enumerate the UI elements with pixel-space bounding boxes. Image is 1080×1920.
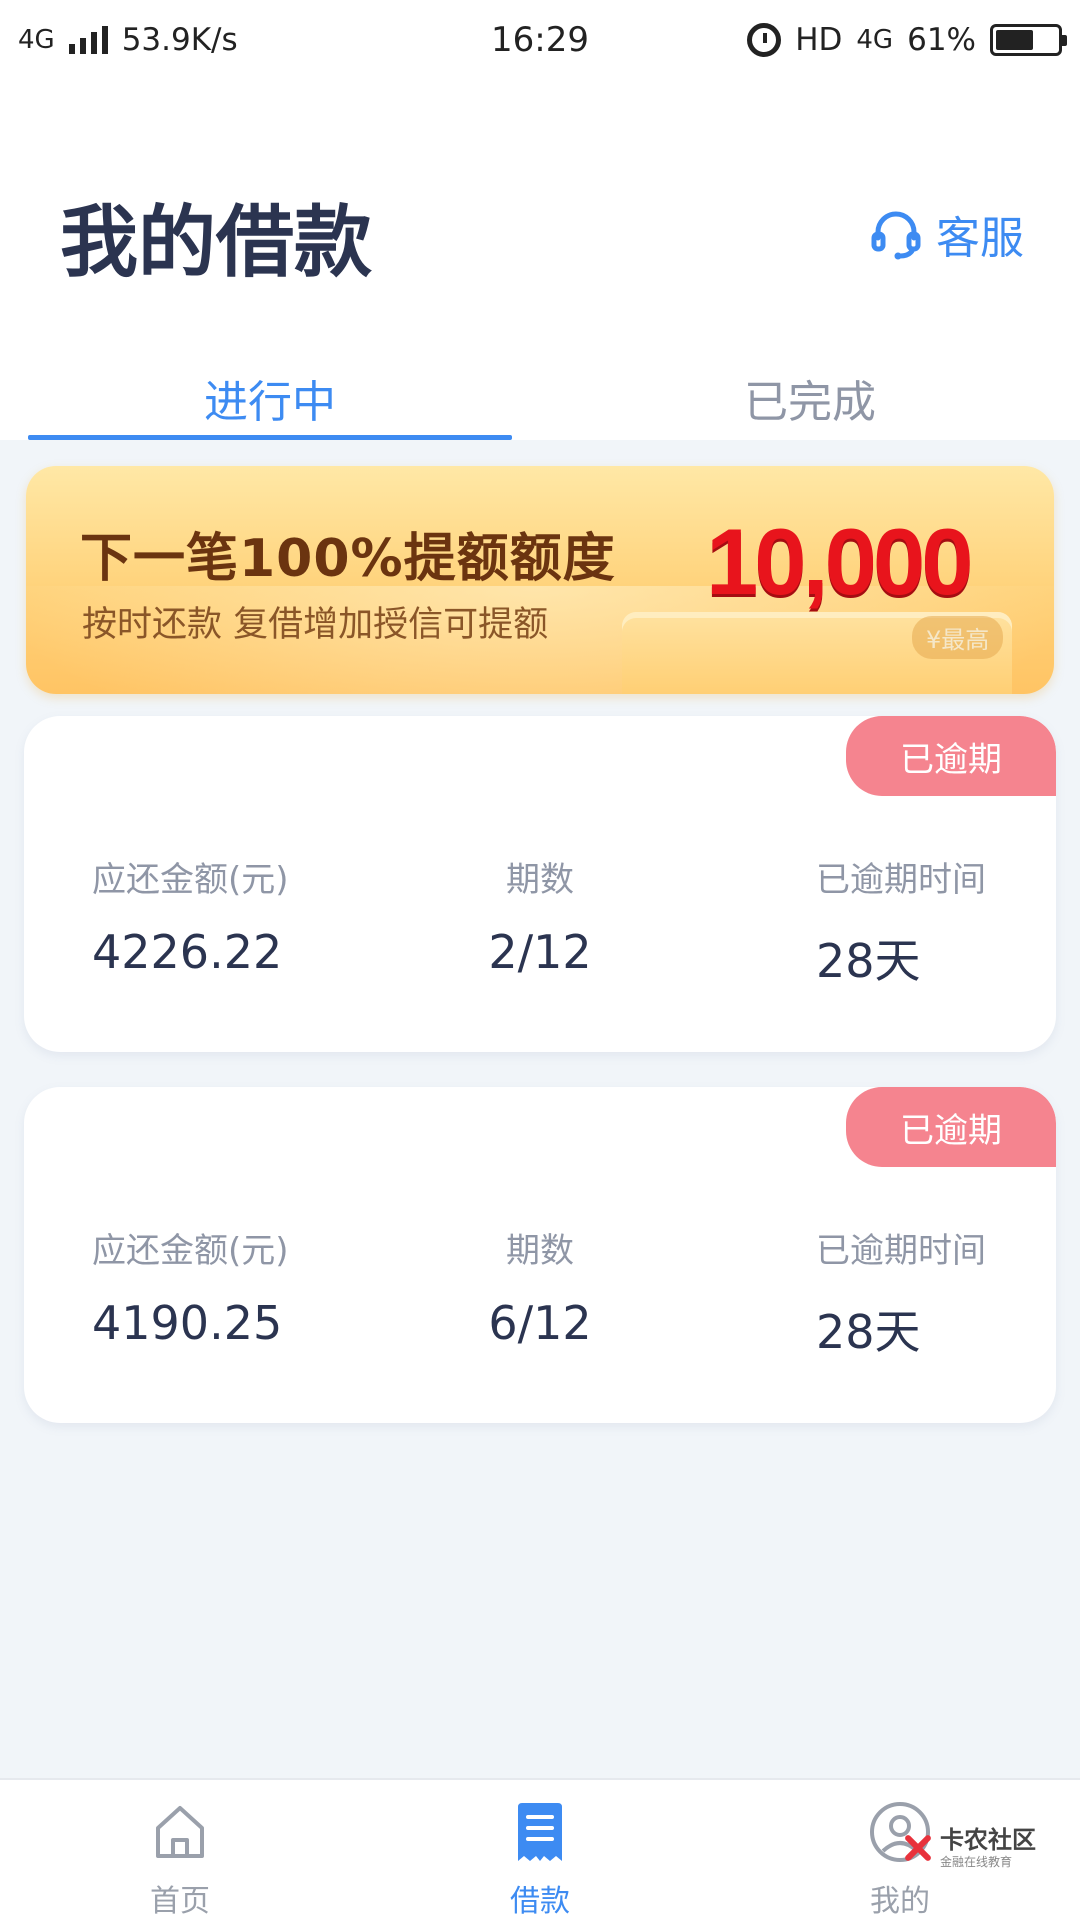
banner-subtitle: 按时还款 复借增加授信可提额	[82, 605, 549, 645]
overdue-column: 已逾期时间 28天	[816, 1223, 986, 1362]
battery-icon	[990, 24, 1067, 56]
banner-max-label: ¥最高	[912, 616, 1004, 659]
nav-mine-label: 我的	[870, 1884, 930, 1919]
headset-icon	[870, 208, 922, 260]
tab-completed[interactable]: 已完成	[540, 338, 1080, 440]
document-icon	[514, 1800, 566, 1864]
overdue-time-value: 28天	[816, 934, 921, 988]
customer-service-button[interactable]: 客服	[870, 202, 1024, 266]
nav-loans-label: 借款	[510, 1884, 570, 1919]
banner-amount: 10,000	[706, 509, 974, 614]
signal-icon	[68, 26, 108, 54]
watermark-logo-icon	[900, 1831, 934, 1865]
overdue-time-label: 已逾期时间	[816, 860, 986, 900]
watermark-subtitle: 金融在线教育	[940, 1855, 1013, 1869]
status-bar: 4G 53.9K/s 16:29 HD 4G 61%	[0, 0, 1080, 80]
tab-bar: 进行中 已完成	[0, 338, 1080, 440]
header: 我的借款 客服 进行中 已完成	[0, 80, 1080, 440]
watermark-text: 卡农社区 金融在线教育	[940, 1828, 1036, 1868]
network-speed: 53.9K/s	[121, 22, 238, 58]
network-type-right: 4G	[856, 25, 894, 55]
banner-title: 下一笔100%提额额度	[80, 529, 616, 589]
customer-service-label: 客服	[936, 213, 1024, 264]
overdue-badge: 已逾期	[846, 1087, 1056, 1167]
status-right: HD 4G 61%	[747, 22, 1067, 58]
tab-in-progress[interactable]: 进行中	[0, 338, 540, 440]
watermark: 卡农社区 金融在线教育	[900, 1828, 1036, 1868]
loan-card[interactable]: 已逾期 应还金额(元) 4190.25 期数 6/12 已逾期时间 28天	[24, 1087, 1056, 1423]
loan-card[interactable]: 已逾期 应还金额(元) 4226.22 期数 2/12 已逾期时间 28天	[24, 716, 1056, 1052]
home-icon	[152, 1800, 208, 1864]
overdue-time-label: 已逾期时间	[816, 1231, 986, 1271]
page-title: 我的借款	[60, 198, 373, 288]
watermark-title: 卡农社区	[940, 1826, 1036, 1854]
nav-loans[interactable]: 借款	[360, 1780, 720, 1920]
overdue-badge: 已逾期	[846, 716, 1056, 796]
battery-percent: 61%	[907, 22, 976, 58]
overdue-column: 已逾期时间 28天	[816, 852, 986, 991]
promo-banner[interactable]: 下一笔100%提额额度 按时还款 复借增加授信可提额 10,000 ¥最高	[26, 466, 1054, 694]
nav-home[interactable]: 首页	[0, 1780, 360, 1920]
page: 4G 53.9K/s 16:29 HD 4G 61% 我的借款 客服 进行中 已…	[0, 0, 1080, 1920]
network-type: 4G	[18, 25, 55, 55]
hd-indicator: HD	[795, 22, 843, 58]
nav-home-label: 首页	[150, 1884, 210, 1919]
alarm-icon	[747, 23, 782, 57]
status-left: 4G 53.9K/s	[18, 22, 238, 58]
overdue-time-value: 28天	[816, 1305, 921, 1359]
